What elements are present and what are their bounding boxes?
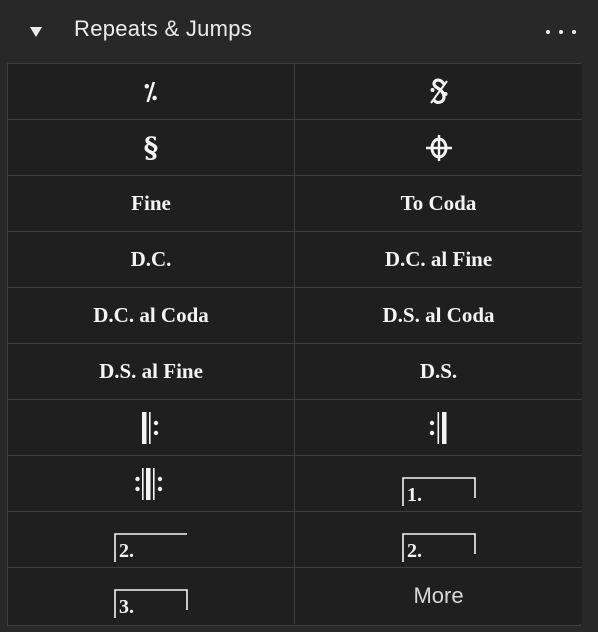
to-coda-cell[interactable]: To Coda bbox=[295, 176, 582, 232]
segno-alt-cell[interactable]: § bbox=[8, 120, 295, 176]
end-start-repeat-barline-icon bbox=[135, 467, 163, 500]
fine-cell[interactable]: Fine bbox=[8, 176, 295, 232]
start-repeat-cell[interactable] bbox=[8, 400, 295, 456]
dc-al-coda-cell[interactable]: D.C. al Coda bbox=[8, 288, 295, 344]
panel-title: Repeats & Jumps bbox=[74, 16, 253, 41]
start-repeat-barline-icon bbox=[142, 411, 159, 444]
repeat-bar-cell[interactable]: ⁒ bbox=[8, 64, 295, 120]
volta-bracket-open-icon: 2. bbox=[114, 532, 187, 562]
coda-icon bbox=[425, 134, 452, 161]
repeats-jumps-panel: Repeats & Jumps ⁒ § Fine To Coda D.C. D.… bbox=[0, 0, 598, 632]
panel-header[interactable]: Repeats & Jumps bbox=[0, 0, 598, 62]
dc-cell[interactable]: D.C. bbox=[8, 232, 295, 288]
volta-3-cell[interactable]: 3. bbox=[8, 568, 295, 624]
ds-al-coda-cell[interactable]: D.S. al Coda bbox=[295, 288, 582, 344]
ds-al-coda-label: D.S. al Coda bbox=[382, 303, 495, 327]
ds-cell[interactable]: D.S. bbox=[295, 344, 582, 400]
volta-bracket-icon: 1. bbox=[401, 476, 476, 506]
segno-cell[interactable] bbox=[295, 64, 582, 120]
ds-label: D.S. bbox=[419, 359, 458, 383]
fine-label: Fine bbox=[131, 191, 171, 215]
volta-2-closed-cell[interactable]: 2. bbox=[295, 512, 582, 568]
coda-cell[interactable] bbox=[295, 120, 582, 176]
volta-1-cell[interactable]: 1. bbox=[295, 456, 582, 512]
volta-1-label: 1. bbox=[407, 484, 422, 506]
dc-label: D.C. bbox=[130, 247, 172, 271]
ds-al-fine-cell[interactable]: D.S. al Fine bbox=[8, 344, 295, 400]
triangle-down-icon[interactable] bbox=[28, 24, 44, 40]
volta-bracket-icon: 3. bbox=[114, 589, 188, 618]
ds-al-fine-label: D.S. al Fine bbox=[99, 359, 203, 383]
dc-al-coda-label: D.C. al Coda bbox=[93, 303, 209, 327]
repeat-bar-icon: ⁒ bbox=[144, 77, 158, 106]
volta-2-open-label: 2. bbox=[119, 540, 134, 562]
volta-2-closed-label: 2. bbox=[407, 540, 422, 562]
more-label: More bbox=[413, 583, 464, 608]
dc-al-fine-label: D.C. al Fine bbox=[384, 247, 493, 271]
more-dots-icon[interactable] bbox=[544, 24, 580, 40]
volta-2-open-cell[interactable]: 2. bbox=[8, 512, 295, 568]
end-repeat-cell[interactable] bbox=[295, 400, 582, 456]
segno-icon bbox=[429, 78, 448, 104]
volta-bracket-icon: 2. bbox=[401, 532, 476, 562]
end-repeat-barline-icon bbox=[429, 411, 446, 444]
volta-3-label: 3. bbox=[119, 596, 134, 618]
more-cell[interactable]: More bbox=[295, 568, 582, 624]
dc-al-fine-cell[interactable]: D.C. al Fine bbox=[295, 232, 582, 288]
segno-serpent-icon: § bbox=[143, 131, 159, 164]
end-start-repeat-cell[interactable] bbox=[8, 456, 295, 512]
to-coda-label: To Coda bbox=[400, 191, 477, 215]
palette-grid: ⁒ § Fine To Coda D.C. D.C. al Fine D.C. … bbox=[7, 63, 582, 626]
